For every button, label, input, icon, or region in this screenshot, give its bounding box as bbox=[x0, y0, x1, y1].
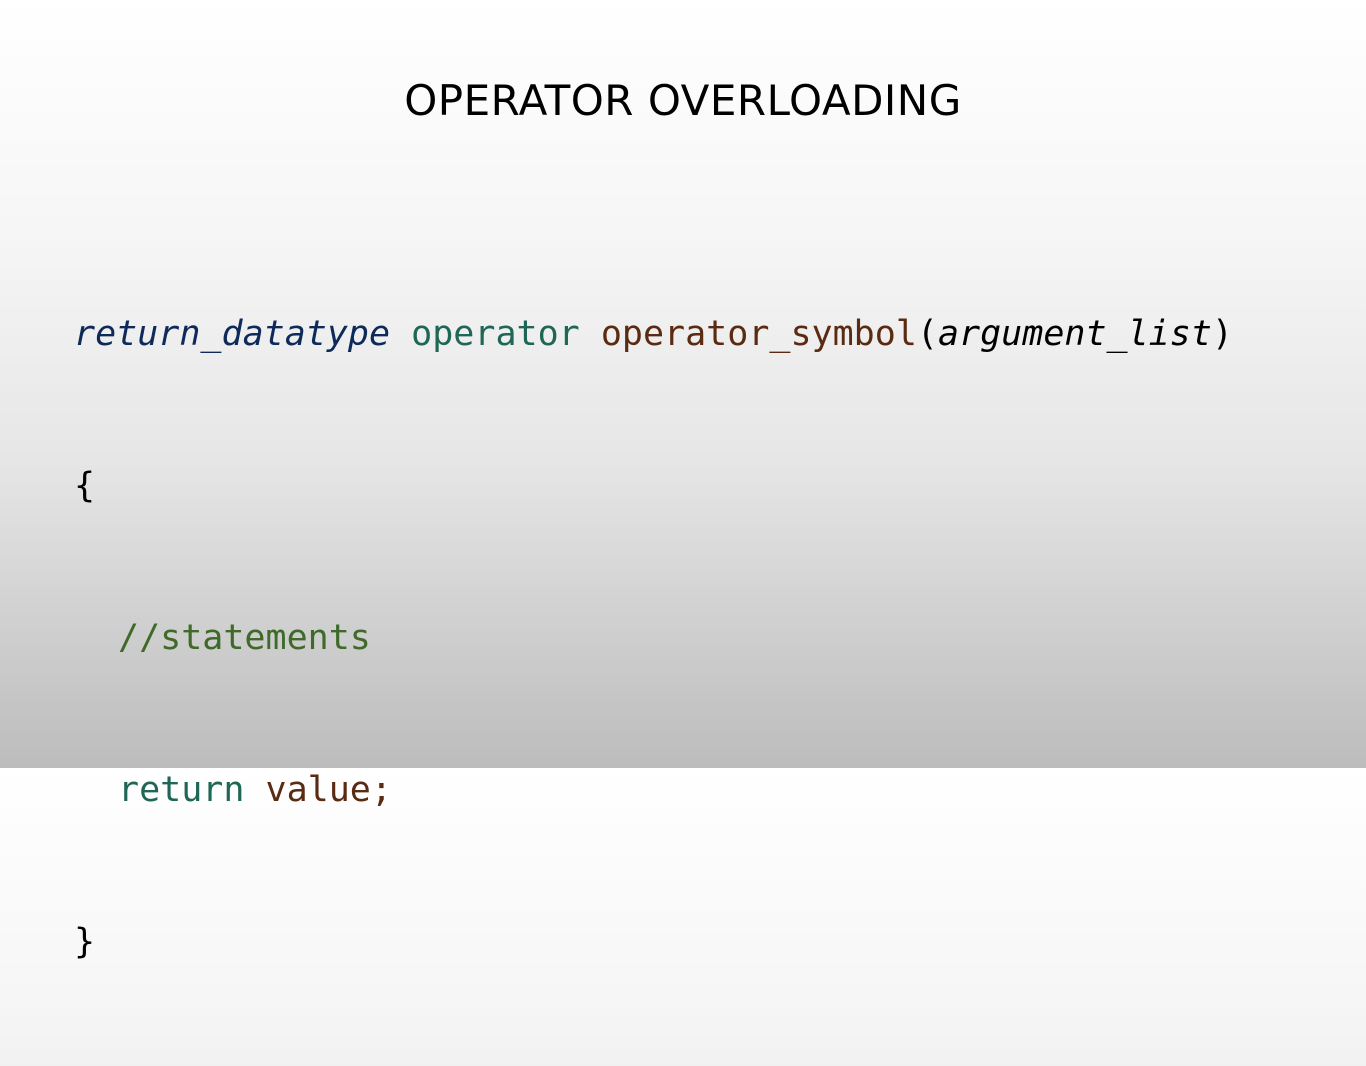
code-line-close-brace: } bbox=[74, 914, 1233, 986]
code-argument-list: argument_list bbox=[937, 314, 1212, 354]
code-operator-symbol: operator_symbol bbox=[600, 314, 917, 354]
slide-title: OPERATOR OVERLOADING bbox=[404, 76, 962, 125]
code-return-type: return_datatype bbox=[74, 314, 391, 354]
code-line-signature: return_datatype operator operator_symbol… bbox=[74, 306, 1233, 378]
code-open-brace: { bbox=[74, 466, 96, 506]
code-line-comment: //statements bbox=[74, 610, 1233, 682]
code-close-brace: } bbox=[74, 922, 96, 962]
code-line-open-brace: { bbox=[74, 458, 1233, 530]
slide: OPERATOR OVERLOADING return_datatype ope… bbox=[0, 0, 1366, 962]
code-close-paren: ) bbox=[1211, 314, 1233, 354]
code-return-keyword: return bbox=[118, 770, 245, 810]
code-open-paren: ( bbox=[916, 314, 938, 354]
code-block: return_datatype operator operator_symbol… bbox=[74, 226, 1233, 1066]
code-comment: //statements bbox=[118, 618, 371, 658]
code-operator-keyword: operator bbox=[411, 314, 580, 354]
code-return-value: value; bbox=[265, 770, 392, 810]
code-line-return: return value; bbox=[74, 762, 1233, 834]
